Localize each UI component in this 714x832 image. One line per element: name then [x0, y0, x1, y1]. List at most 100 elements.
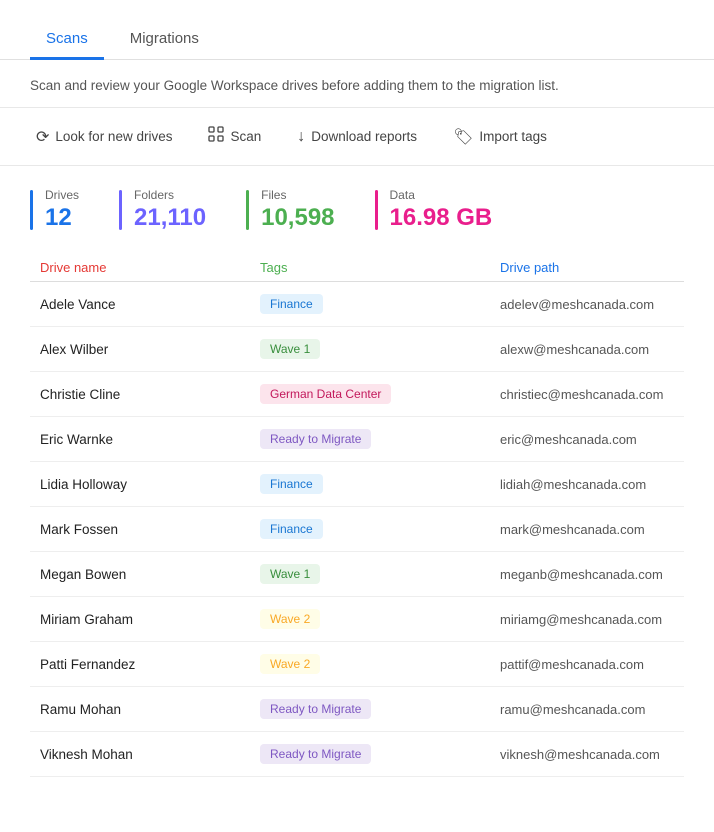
table-row[interactable]: Alex WilberWave 1alexw@meshcanada.com: [30, 327, 684, 372]
import-tags-label: Import tags: [479, 129, 547, 144]
cell-drive-path: eric@meshcanada.com: [500, 432, 674, 447]
cell-drive-path: adelev@meshcanada.com: [500, 297, 674, 312]
look-for-drives-label: Look for new drives: [55, 129, 172, 144]
tag-badge: Finance: [260, 294, 323, 314]
cell-tag: Finance: [260, 519, 500, 539]
tag-badge: Finance: [260, 519, 323, 539]
tag-badge: German Data Center: [260, 384, 391, 404]
scan-button[interactable]: Scan: [202, 122, 267, 151]
cell-tag: Finance: [260, 294, 500, 314]
download-icon: ↓: [297, 128, 305, 146]
tab-migrations-label: Migrations: [130, 30, 199, 47]
tab-scans[interactable]: Scans: [30, 18, 104, 59]
page-description: Scan and review your Google Workspace dr…: [0, 60, 714, 108]
table-row[interactable]: Megan BowenWave 1 meganb@meshcanada.com: [30, 552, 684, 597]
cell-drive-name: Megan Bowen: [40, 567, 260, 582]
table-body: Adele VanceFinanceadelev@meshcanada.comA…: [30, 282, 684, 777]
look-for-drives-icon: ⟳: [36, 127, 49, 147]
cell-drive-name: Eric Warnke: [40, 432, 260, 447]
cell-tag: German Data Center: [260, 384, 500, 404]
cell-drive-path: viknesh@meshcanada.com: [500, 747, 674, 762]
cell-tag: Wave 1: [260, 564, 500, 584]
table-row[interactable]: Viknesh MohanReady to Migrate viknesh@mes…: [30, 732, 684, 777]
download-reports-button[interactable]: ↓ Download reports: [291, 124, 423, 150]
cell-tag: Ready to Migrate: [260, 429, 500, 449]
toolbar: ⟳ Look for new drives Scan ↓ Download re…: [0, 108, 714, 166]
tag-badge: Wave 1: [260, 564, 320, 584]
cell-drive-name: Ramu Mohan: [40, 702, 260, 717]
cell-drive-path: pattif@meshcanada.com: [500, 657, 674, 672]
stat-folders-label: Folders: [134, 188, 206, 202]
tag-badge: Ready to Migrate: [260, 744, 371, 764]
tag-badge: Ready to Migrate: [260, 699, 371, 719]
cell-tag: Wave 2: [260, 609, 500, 629]
stat-files-bar: [246, 190, 249, 230]
header-tags: Tags: [260, 260, 500, 275]
cell-drive-name: Mark Fossen: [40, 522, 260, 537]
stat-folders-value: 21,110: [134, 204, 206, 232]
tabs-container: Scans Migrations: [0, 0, 714, 60]
table-row[interactable]: Patti FernandezWave 2 pattif@meshcanada.c…: [30, 642, 684, 687]
drives-table: Drive name Tags Drive path Adele VanceFi…: [0, 250, 714, 777]
header-path: Drive path: [500, 260, 674, 275]
stat-folders-content: Folders 21,110: [134, 188, 206, 232]
cell-tag: Ready to Migrate: [260, 744, 500, 764]
cell-drive-path: miriamg@meshcanada.com: [500, 612, 674, 627]
table-row[interactable]: Ramu MohanReady to Migrate ramu@meshcanad…: [30, 687, 684, 732]
cell-tag: Finance: [260, 474, 500, 494]
stat-files-value: 10,598: [261, 204, 334, 232]
look-for-drives-button[interactable]: ⟳ Look for new drives: [30, 123, 178, 151]
tab-scans-label: Scans: [46, 30, 88, 47]
stat-folders: Folders 21,110: [119, 188, 246, 232]
cell-drive-name: Alex Wilber: [40, 342, 260, 357]
table-row[interactable]: Lidia HollowayFinance lidiah@meshcanada.c…: [30, 462, 684, 507]
cell-drive-name: Viknesh Mohan: [40, 747, 260, 762]
stat-data-value: 16.98 GB: [390, 204, 493, 232]
scan-label: Scan: [230, 129, 261, 144]
cell-drive-name: Miriam Graham: [40, 612, 260, 627]
cell-drive-path: mark@meshcanada.com: [500, 522, 674, 537]
stat-files: Files 10,598: [246, 188, 374, 232]
scan-icon: [208, 126, 224, 147]
stat-drives: Drives 12: [30, 188, 119, 232]
table-row[interactable]: Adele VanceFinance adelev@meshcanada.com: [30, 282, 684, 327]
tag-badge: Finance: [260, 474, 323, 494]
stat-files-content: Files 10,598: [261, 188, 334, 232]
import-tags-icon: 🏷: [453, 127, 473, 147]
tag-badge: Wave 2: [260, 609, 320, 629]
stat-drives-value: 12: [45, 204, 79, 232]
stat-data: Data 16.98 GB: [375, 188, 533, 232]
tag-badge: Wave 2: [260, 654, 320, 674]
stat-drives-bar: [30, 190, 33, 230]
cell-drive-name: Adele Vance: [40, 297, 260, 312]
table-row[interactable]: Eric WarnkeReady to Migrate eric@meshcana…: [30, 417, 684, 462]
description-text: Scan and review your Google Workspace dr…: [30, 78, 559, 93]
cell-drive-name: Christie Cline: [40, 387, 260, 402]
tag-badge: Ready to Migrate: [260, 429, 371, 449]
stat-files-label: Files: [261, 188, 334, 202]
cell-drive-path: alexw@meshcanada.com: [500, 342, 674, 357]
table-row[interactable]: Miriam GrahamWave 2 miriamg@meshcanada.co…: [30, 597, 684, 642]
download-reports-label: Download reports: [311, 129, 417, 144]
cell-tag: Wave 1: [260, 339, 500, 359]
cell-tag: Wave 2: [260, 654, 500, 674]
cell-drive-name: Lidia Holloway: [40, 477, 260, 492]
stat-folders-bar: [119, 190, 122, 230]
stat-drives-label: Drives: [45, 188, 79, 202]
stat-drives-content: Drives 12: [45, 188, 79, 232]
cell-drive-path: christiec@meshcanada.com: [500, 387, 674, 402]
stat-data-content: Data 16.98 GB: [390, 188, 493, 232]
table-header: Drive name Tags Drive path: [30, 250, 684, 282]
stat-data-bar: [375, 190, 378, 230]
tab-migrations[interactable]: Migrations: [114, 18, 215, 59]
cell-drive-path: lidiah@meshcanada.com: [500, 477, 674, 492]
import-tags-button[interactable]: 🏷 Import tags: [447, 123, 553, 151]
table-row[interactable]: Christie ClineGerman Data Center christie…: [30, 372, 684, 417]
stat-data-label: Data: [390, 188, 493, 202]
cell-drive-path: ramu@meshcanada.com: [500, 702, 674, 717]
cell-drive-path: meganb@meshcanada.com: [500, 567, 674, 582]
cell-drive-name: Patti Fernandez: [40, 657, 260, 672]
table-row[interactable]: Mark FossenFinance mark@meshcanada.com: [30, 507, 684, 552]
header-name: Drive name: [40, 260, 260, 275]
cell-tag: Ready to Migrate: [260, 699, 500, 719]
